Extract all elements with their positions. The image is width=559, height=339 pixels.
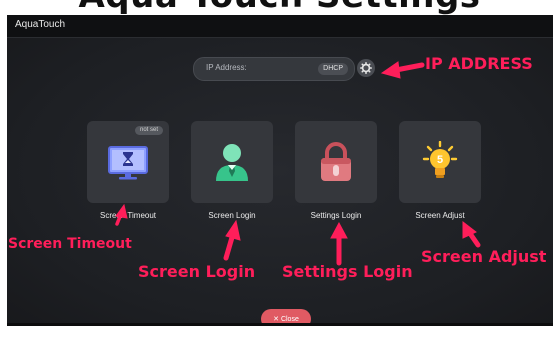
annotation-settings-login: Settings Login	[282, 262, 413, 281]
annotation-arrows	[115, 61, 481, 266]
annotation-screen-adjust: Screen Adjust	[421, 247, 547, 266]
annotation-ip-address: IP ADDRESS	[425, 54, 533, 73]
annotation-screen-login: Screen Login	[138, 262, 256, 281]
annotation-screen-timeout: Screen Timeout	[8, 236, 132, 252]
